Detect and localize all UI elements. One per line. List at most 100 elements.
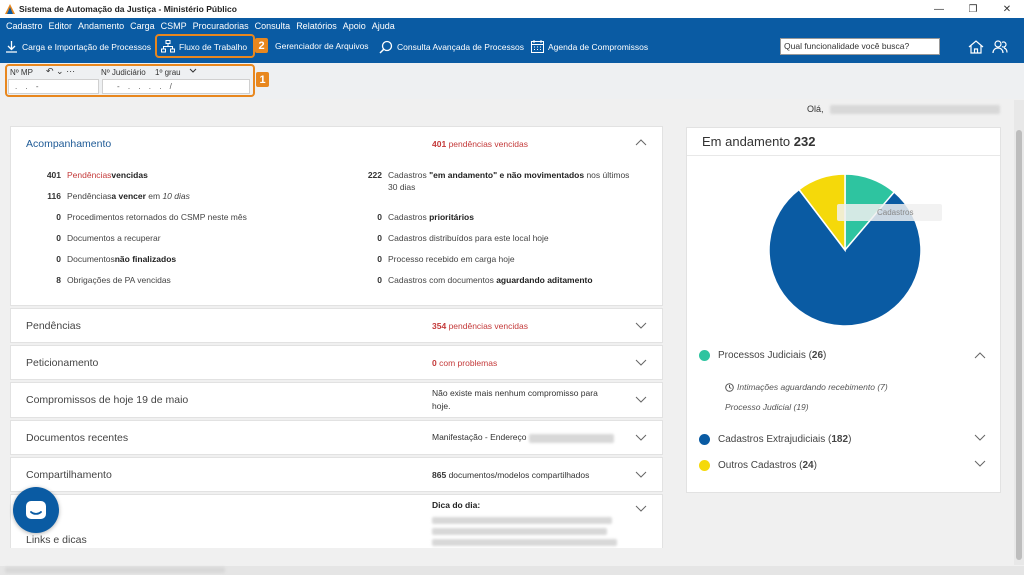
documentos-recentes-header[interactable]: Documentos recentes Manifestação - Ender…	[11, 421, 662, 454]
dica-text-line	[432, 539, 617, 546]
compromissos-panel[interactable]: Compromissos de hoje 19 de maio Não exis…	[10, 382, 663, 418]
menu-editor[interactable]: Editor	[49, 21, 73, 31]
compartilhamento-title: Compartilhamento	[26, 468, 112, 481]
chevron-down-icon[interactable]	[634, 430, 648, 444]
peticionamento-panel[interactable]: Peticionamento 0 com problemas	[10, 345, 663, 380]
chevron-down-icon[interactable]	[634, 467, 648, 481]
stat-aguardando-aditamento[interactable]: 0 Cadastros com documentos aguardando ad…	[351, 275, 592, 285]
compartilhamento-panel[interactable]: Compartilhamento 865 documentos/modelos …	[10, 457, 663, 492]
menu-andamento[interactable]: Andamento	[78, 21, 124, 31]
menu-csmp[interactable]: CSMP	[161, 21, 187, 31]
stat-count: 0	[377, 254, 382, 264]
menu-relatorios[interactable]: Relatórios	[296, 21, 337, 31]
stat-cadastros-distribuidos[interactable]: 0 Cadastros distribuídos para este local…	[351, 233, 548, 243]
chat-support-button[interactable]	[13, 487, 59, 533]
stat-processo-recebido[interactable]: 0 Processo recebido em carga hoje	[351, 254, 514, 264]
stat-label: Documentos	[67, 254, 115, 264]
stat-pendencias-vencidas[interactable]: 401 Pendências vencidas	[11, 170, 148, 180]
pendencias-panel[interactable]: Pendências 354 pendências vencidas	[10, 308, 663, 343]
window-title: Sistema de Automação da Justiça - Minist…	[19, 4, 237, 14]
download-icon	[6, 41, 17, 53]
legend-outros-cadastros[interactable]: Outros Cadastros (24)	[699, 460, 817, 471]
acompanhamento-header[interactable]: Acompanhamento 401 pendências vencidas	[11, 127, 662, 160]
stat-label-bold: "em andamento" e não movimentados	[429, 170, 585, 180]
legend-cadastros-extrajudiciais[interactable]: Cadastros Extrajudiciais (182)	[699, 434, 851, 445]
minimize-button[interactable]: —	[922, 0, 956, 18]
stat-documentos-recuperar[interactable]: 0 Documentos a recuperar	[11, 233, 160, 243]
compromissos-status-line1: Não existe mais nenhum compromisso para	[432, 388, 598, 398]
chevron-up-icon[interactable]	[634, 136, 648, 150]
stat-cadastros-prioritarios[interactable]: 0 Cadastros prioritários	[351, 212, 474, 222]
chat-icon	[26, 501, 46, 519]
vertical-scrollbar[interactable]	[1014, 100, 1024, 565]
stat-count: 0	[56, 254, 61, 264]
greeting-text: Olá,	[807, 104, 824, 114]
stat-label-suffix: nos últimos	[584, 170, 630, 180]
consulta-avancada-button[interactable]: Consulta Avançada de Processos	[379, 40, 524, 54]
menu-consulta[interactable]: Consulta	[255, 21, 291, 31]
processo-judicial-link[interactable]: Processo Judicial (19)	[725, 402, 809, 412]
stat-documentos-nao-finalizados[interactable]: 0 Documentos não finalizados	[11, 254, 176, 264]
links-dicas-panel[interactable]: Links e dicas Dica do dia:	[10, 494, 663, 548]
menu-procuradorias[interactable]: Procuradorias	[193, 21, 249, 31]
gerenciador-arquivos-button[interactable]: Gerenciador de Arquivos	[275, 41, 369, 51]
home-icon[interactable]	[968, 39, 984, 55]
legend-processos-judiciais[interactable]: Processos Judiciais (26)	[699, 350, 826, 361]
stat-count: 401	[46, 170, 61, 180]
documentos-recentes-panel[interactable]: Documentos recentes Manifestação - Ender…	[10, 420, 663, 455]
consulta-avancada-label: Consulta Avançada de Processos	[397, 42, 524, 52]
acompanhamento-status-count: 401	[432, 138, 447, 149]
legend-label: Cadastros Extrajudiciais	[718, 434, 826, 445]
compartilhamento-header[interactable]: Compartilhamento 865 documentos/modelos …	[11, 458, 662, 491]
compromissos-header[interactable]: Compromissos de hoje 19 de maio Não exis…	[11, 383, 662, 417]
window-titlebar: Sistema de Automação da Justiça - Minist…	[0, 0, 1024, 18]
stat-count: 0	[56, 233, 61, 243]
menu-apoio[interactable]: Apoio	[343, 21, 366, 31]
menu-ajuda[interactable]: Ajuda	[372, 21, 395, 31]
chevron-down-icon[interactable]	[974, 432, 986, 442]
stat-label-bold: a vencer	[111, 191, 146, 201]
highlight-box-1	[5, 64, 255, 97]
legend-dot	[699, 350, 710, 361]
agenda-compromissos-label: Agenda de Compromissos	[548, 41, 649, 52]
chevron-down-icon[interactable]	[634, 355, 648, 369]
address-redacted	[528, 433, 614, 443]
pendencias-header[interactable]: Pendências 354 pendências vencidas	[11, 309, 662, 342]
functionality-search-input[interactable]: Qual funcionalidade você busca?	[780, 38, 940, 55]
chevron-up-icon[interactable]	[974, 351, 986, 361]
restore-button[interactable]: ❐	[956, 0, 990, 18]
intimacoes-aguardando-link[interactable]: Intimações aguardando recebimento (7)	[725, 382, 888, 392]
stat-label-bold: não finalizados	[114, 254, 177, 264]
menu-cadastro[interactable]: Cadastro	[6, 21, 43, 31]
chevron-down-icon[interactable]	[634, 501, 648, 515]
carga-importacao-button[interactable]: Carga e Importação de Processos	[5, 40, 151, 53]
status-bar	[0, 566, 1024, 575]
greeting: Olá,	[807, 104, 1001, 115]
search-icon	[379, 40, 393, 54]
stat-pendencias-a-vencer[interactable]: 116 Pendências a vencer em 10 dias	[11, 191, 190, 201]
stat-obrigacoes-pa[interactable]: 8 Obrigações de PA vencidas	[11, 275, 171, 285]
agenda-compromissos-button[interactable]: Agenda de Compromissos	[531, 40, 648, 53]
status-text-redacted	[5, 567, 225, 573]
peticionamento-header[interactable]: Peticionamento 0 com problemas	[11, 346, 662, 379]
em-andamento-pie-chart[interactable]	[765, 170, 925, 330]
stat-label-days: 30 dias	[388, 182, 416, 192]
stat-count: 0	[377, 233, 382, 243]
pendencias-status-text: pendências vencidas	[448, 320, 528, 331]
users-icon[interactable]	[992, 39, 1008, 55]
stat-count: 222	[367, 170, 382, 180]
stat-cadastros-nao-movimentados[interactable]: 222 Cadastros "em andamento" e não movim…	[351, 170, 651, 192]
legend-dot	[699, 460, 710, 471]
menu-carga[interactable]: Carga	[130, 21, 155, 31]
compromissos-status: Não existe mais nenhum compromisso para h…	[432, 387, 622, 413]
scrollbar-thumb[interactable]	[1016, 130, 1022, 560]
chevron-down-icon[interactable]	[974, 458, 986, 468]
close-button[interactable]: ✕	[990, 0, 1024, 18]
stat-label: Cadastros com documentos	[388, 275, 497, 285]
stat-label-days: 10 dias	[162, 191, 190, 201]
chevron-down-icon[interactable]	[634, 318, 648, 332]
stat-procedimentos-retornados[interactable]: 0 Procedimentos retornados do CSMP neste…	[11, 212, 247, 222]
links-dicas-header[interactable]: Links e dicas Dica do dia:	[11, 495, 662, 548]
chevron-down-icon[interactable]	[634, 392, 648, 406]
dica-text-redacted	[432, 517, 617, 548]
